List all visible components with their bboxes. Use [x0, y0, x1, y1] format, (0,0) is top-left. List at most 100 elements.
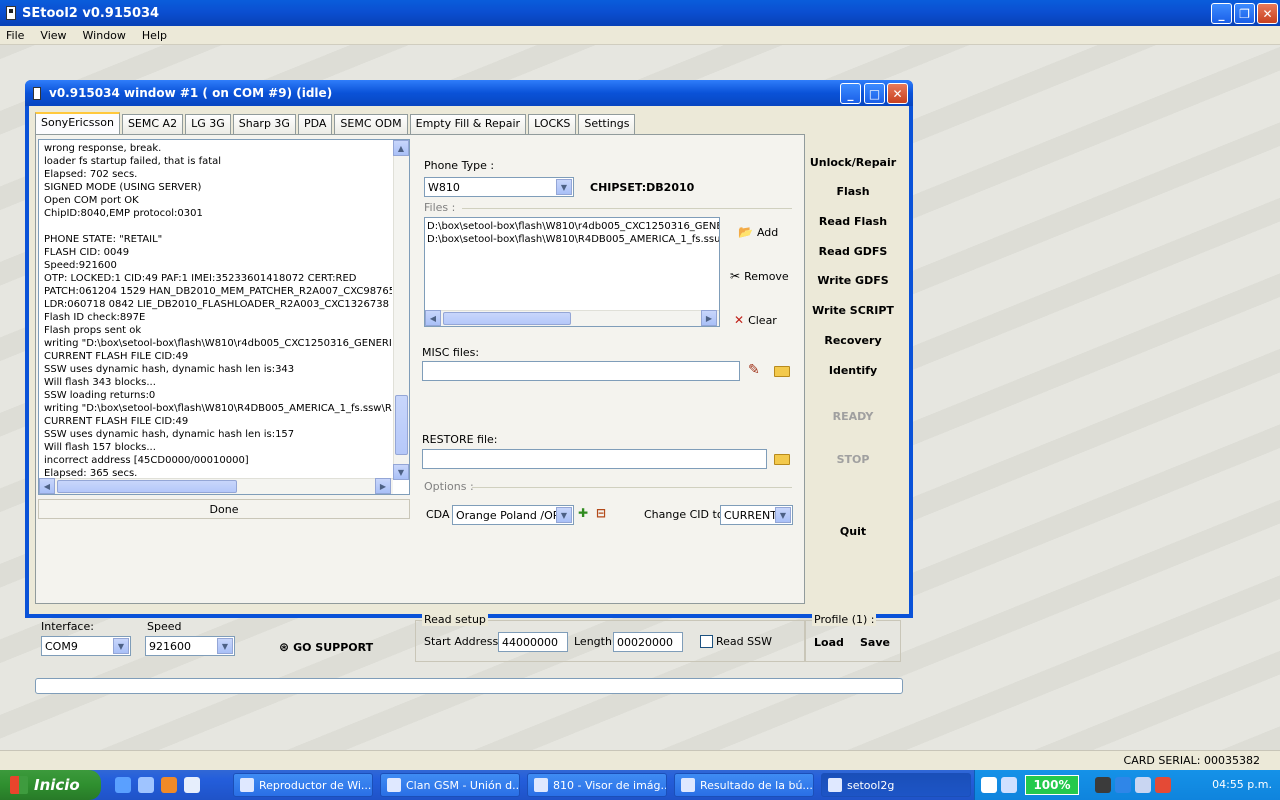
chevron-down-icon[interactable]: ▼: [775, 507, 791, 523]
tab-empty-fill-repair[interactable]: Empty Fill & Repair: [409, 114, 527, 134]
tool-window-titlebar[interactable]: v0.915034 window #1 ( on COM #9) (idle) …: [25, 80, 913, 106]
maximize-icon[interactable]: ❐: [1234, 3, 1255, 24]
speed-select[interactable]: 921600 ▼: [145, 636, 235, 656]
volume-tray-icon[interactable]: [1135, 777, 1151, 793]
interface-select[interactable]: COM9 ▼: [41, 636, 131, 656]
read-gdfs-button[interactable]: Read GDFS: [805, 245, 901, 258]
stop-button[interactable]: STOP: [805, 453, 901, 466]
scroll-left-icon[interactable]: ◀: [39, 478, 55, 494]
phone-type-select[interactable]: W810 ▼: [424, 177, 574, 197]
identify-button[interactable]: Identify: [805, 364, 901, 377]
task-search-result[interactable]: Resultado de la bú...: [674, 773, 814, 797]
scroll-down-icon[interactable]: ▼: [393, 464, 409, 480]
pen-edit-icon[interactable]: ✎: [748, 362, 760, 378]
files-items: D:\box\setool-box\flash\W810\r4db005_CXC…: [427, 220, 719, 246]
remove-file-button[interactable]: ✂ Remove: [730, 269, 789, 283]
files-horizontal-scrollbar[interactable]: ◀ ▶: [425, 310, 719, 326]
tab-lg-3g[interactable]: LG 3G: [185, 114, 231, 134]
profile-save-button[interactable]: Save: [860, 636, 890, 649]
scroll-thumb[interactable]: [443, 312, 571, 325]
tab-sonyericsson[interactable]: SonyEricsson: [35, 112, 120, 134]
chipset-label: CHIPSET:DB2010: [590, 181, 695, 194]
recovery-button[interactable]: Recovery: [805, 334, 901, 347]
window-minimize-icon[interactable]: _: [840, 83, 861, 104]
chevron-down-icon[interactable]: ▼: [217, 638, 233, 654]
tab-semc-odm[interactable]: SEMC ODM: [334, 114, 408, 134]
log-vertical-scrollbar[interactable]: ▲ ▼: [393, 140, 409, 480]
tool-window: v0.915034 window #1 ( on COM #9) (idle) …: [25, 80, 913, 694]
task-image-viewer[interactable]: 810 - Visor de imág...: [527, 773, 667, 797]
clear-files-button[interactable]: ✕ Clear: [734, 313, 777, 327]
start-button[interactable]: Inicio: [0, 770, 101, 800]
system-tray: 100% 04:55 p.m.: [974, 770, 1280, 800]
log-line: PHONE STATE: "RETAIL": [44, 234, 163, 245]
remove-file-label: Remove: [744, 269, 789, 283]
write-script-button[interactable]: Write SCRIPT: [805, 304, 901, 317]
explorer-quicklaunch-icon[interactable]: [138, 777, 154, 793]
window-close-icon[interactable]: ✕: [887, 83, 908, 104]
window-maximize-icon[interactable]: □: [864, 83, 885, 104]
tab-locks[interactable]: LOCKS: [528, 114, 577, 134]
misc-files-input[interactable]: [422, 361, 740, 381]
menu-view[interactable]: View: [38, 29, 68, 42]
scroll-left-icon[interactable]: ◀: [425, 310, 441, 326]
tab-semc-a2[interactable]: SEMC A2: [121, 114, 184, 134]
ie-quicklaunch-icon[interactable]: [115, 777, 131, 793]
log-output[interactable]: wrong response, break. loader fs startup …: [38, 139, 410, 495]
arrow-tray-icon[interactable]: [1115, 777, 1131, 793]
scroll-right-icon[interactable]: ▶: [701, 310, 717, 326]
file-item[interactable]: D:\box\setool-box\flash\W810\R4DB005_AME…: [427, 233, 719, 246]
power-tray-icon[interactable]: [1095, 777, 1111, 793]
chevron-down-icon[interactable]: ▼: [113, 638, 129, 654]
tab-sharp-3g[interactable]: Sharp 3G: [232, 114, 296, 134]
tab-settings[interactable]: Settings: [578, 114, 636, 134]
task-setool2g[interactable]: setool2g: [821, 773, 971, 797]
unlock-repair-button[interactable]: Unlock/Repair: [805, 156, 901, 169]
remove-cda-icon[interactable]: ⊟: [596, 506, 612, 522]
support-globe-icon: ⊛: [279, 640, 290, 654]
scroll-thumb[interactable]: [395, 395, 408, 455]
restore-file-input[interactable]: [422, 449, 767, 469]
zoom-indicator[interactable]: 100%: [1025, 775, 1079, 795]
file-item[interactable]: D:\box\setool-box\flash\W810\r4db005_CXC…: [427, 220, 719, 233]
network-tray-icon[interactable]: [1001, 777, 1017, 793]
media-quicklaunch-icon[interactable]: [184, 777, 200, 793]
task-media-player[interactable]: Reproductor de Wi...: [233, 773, 373, 797]
menu-file[interactable]: File: [4, 29, 26, 42]
log-horizontal-scrollbar[interactable]: ◀ ▶: [39, 478, 393, 494]
read-flash-button[interactable]: Read Flash: [805, 215, 901, 228]
scroll-thumb[interactable]: [57, 480, 237, 493]
go-support-button[interactable]: ⊛ GO SUPPORT: [279, 640, 373, 654]
ready-button[interactable]: READY: [805, 410, 901, 423]
menu-help[interactable]: Help: [140, 29, 169, 42]
progress-bar: [35, 678, 903, 694]
add-file-button[interactable]: 📂 Add: [738, 225, 778, 239]
antivirus-tray-icon[interactable]: [1155, 777, 1171, 793]
change-cid-select[interactable]: CURRENT ▼: [720, 505, 793, 525]
help-tray-icon[interactable]: [981, 777, 997, 793]
minimize-icon[interactable]: _: [1211, 3, 1232, 24]
write-gdfs-button[interactable]: Write GDFS: [805, 274, 901, 287]
scroll-right-icon[interactable]: ▶: [375, 478, 391, 494]
start-address-input[interactable]: 44000000: [498, 632, 568, 652]
quit-button[interactable]: Quit: [805, 525, 901, 538]
log-line: LDR:060718 0842 LIE_DB2010_FLASHLOADER_R…: [44, 299, 389, 310]
tab-pda[interactable]: PDA: [297, 114, 333, 134]
read-ssw-checkbox[interactable]: [700, 635, 713, 648]
firefox-quicklaunch-icon[interactable]: [161, 777, 177, 793]
close-icon[interactable]: ✕: [1257, 3, 1278, 24]
chevron-down-icon[interactable]: ▼: [556, 507, 572, 523]
app-titlebar[interactable]: SEtool2 v0.915034 _ ❐ ✕: [0, 0, 1280, 26]
cda-select[interactable]: Orange Poland /ORA ▼: [452, 505, 574, 525]
profile-load-button[interactable]: Load: [814, 636, 844, 649]
folder-icon[interactable]: [774, 454, 790, 465]
folder-icon[interactable]: [774, 366, 790, 377]
add-cda-icon[interactable]: ✚: [578, 506, 594, 522]
scroll-up-icon[interactable]: ▲: [393, 140, 409, 156]
menu-window[interactable]: Window: [81, 29, 128, 42]
length-input[interactable]: 00020000: [613, 632, 683, 652]
files-list[interactable]: D:\box\setool-box\flash\W810\r4db005_CXC…: [424, 217, 720, 327]
chevron-down-icon[interactable]: ▼: [556, 179, 572, 195]
task-clan-gsm[interactable]: Clan GSM - Unión d...: [380, 773, 520, 797]
flash-button[interactable]: Flash: [805, 185, 901, 198]
